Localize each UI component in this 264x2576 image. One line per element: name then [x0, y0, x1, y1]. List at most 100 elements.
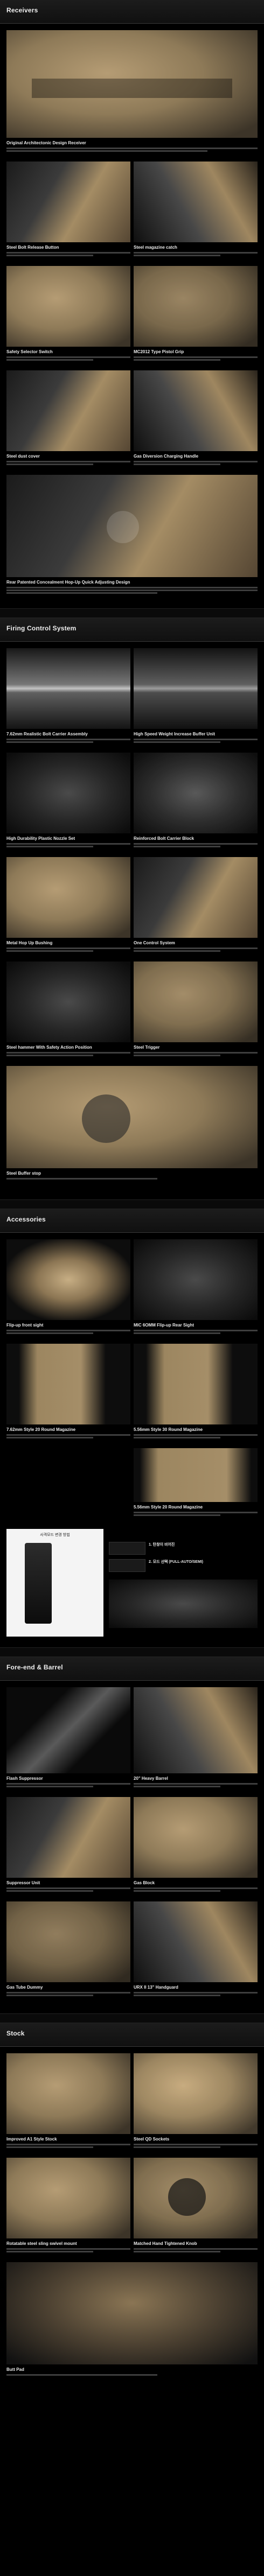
section-divider [0, 1647, 264, 1657]
feature-caption: 7.62mm Style 20 Round Magazine [6, 1427, 76, 1432]
feature-card: Steel QD Sockets [134, 2053, 258, 2154]
feature-card: Improved A1 Style Stock [6, 2053, 130, 2154]
feature-photo [6, 162, 130, 242]
feature-card: Reinforced Bolt Carrier Block [134, 753, 258, 854]
feature-photo [6, 266, 130, 347]
feature-description [134, 2247, 258, 2259]
feature-card: One Control System [134, 857, 258, 958]
feature-photo [6, 475, 258, 577]
feature-card: URX II 13" Handguard [134, 1901, 258, 2003]
section-title: Stock [6, 2030, 25, 2037]
feature-photo [134, 648, 258, 729]
feature-caption: 7.62mm Realistic Bolt Carrier Assembly [6, 732, 88, 736]
feature-photo [134, 1687, 258, 1773]
feature-caption: Gas Tube Dummy [6, 1985, 43, 1990]
feature-card: Safety Selector Switch [6, 266, 130, 367]
section-divider [0, 608, 264, 618]
feature-description [6, 1329, 130, 1340]
feature-card: Steel dust cover [6, 370, 130, 472]
foreend-section: Fore-end & Barrel Flash Suppressor 20" H… [0, 1657, 264, 2013]
feature-caption: MC2012 Type Pistol Grip [134, 349, 184, 354]
feature-caption: Reinforced Bolt Carrier Block [134, 836, 194, 841]
note-text: 2. 모드 선택 (FULL-AUTO/SEMI) [149, 1560, 204, 1564]
feature-description [6, 1433, 130, 1445]
feature-photo [6, 1066, 258, 1168]
feature-photo [134, 266, 258, 347]
feature-description [6, 2373, 258, 2385]
diagram-photo [109, 1580, 258, 1628]
feature-card: Rear Patented Concealment Hop-Up Quick A… [6, 475, 258, 598]
feature-caption: Steel Trigger [134, 1045, 160, 1050]
feature-card: 5.56mm Style 30 Round Magazine [134, 1344, 258, 1445]
feature-description [6, 1991, 130, 2003]
feature-description [134, 460, 258, 472]
feature-card: MIC 6OMM Flip-up Rear Sight [134, 1239, 258, 1340]
feature-caption: Matched Hand Tightened Knob [134, 2241, 197, 2246]
feature-photo [134, 370, 258, 451]
feature-caption: High Durability Plastic Nozzle Set [6, 836, 75, 841]
feature-description [6, 586, 258, 598]
feature-description [134, 1433, 258, 1445]
feature-photo [6, 1239, 130, 1320]
section-header: Receivers [0, 0, 264, 24]
note-text: 1. 탄창이 비어진 [149, 1543, 175, 1547]
feature-description [6, 842, 130, 854]
diagram-panel: 사격모드 변경 방법 [6, 1529, 103, 1637]
feature-card: Suppressor Unit [6, 1797, 130, 1898]
feature-description [134, 842, 258, 854]
feature-photo [6, 1901, 130, 1982]
feature-description [134, 1782, 258, 1794]
feature-card: 7.62mm Style 20 Round Magazine [6, 1344, 130, 1445]
feature-description [134, 1051, 258, 1063]
diagram-note: 2. 모드 선택 (FULL-AUTO/SEMI) [109, 1559, 258, 1572]
feature-caption: Original Architectonic Design Receiver [6, 141, 86, 145]
feature-caption: 20" Heavy Barrel [134, 1776, 168, 1781]
diagram-notes: 1. 탄창이 비어진 2. 모드 선택 (FULL-AUTO/SEMI) [109, 1529, 258, 1637]
feature-caption: Safety Selector Switch [6, 349, 53, 354]
feature-card: High Speed Weight Increase Buffer Unit [134, 648, 258, 749]
feature-caption: Metal Hop Up Bushing [6, 940, 53, 945]
feature-caption: Gas Diversion Charging Handle [134, 454, 199, 459]
feature-card: Flip-up front sight [6, 1239, 130, 1340]
feature-caption: Butt Pad [6, 2367, 24, 2372]
feature-description [6, 2143, 130, 2154]
feature-photo [6, 1797, 130, 1878]
section-header: Accessories [0, 1209, 264, 1233]
feature-caption: Steel hammer With Safety Action Position [6, 1045, 92, 1050]
feature-card: 20" Heavy Barrel [134, 1687, 258, 1794]
device-illustration [25, 1543, 52, 1624]
section-divider [0, 2013, 264, 2023]
section-title: Accessories [6, 1216, 46, 1223]
section-header: Stock [0, 2023, 264, 2047]
feature-card: Steel hammer With Safety Action Position [6, 961, 130, 1063]
feature-photo [6, 2053, 130, 2134]
feature-photo [134, 162, 258, 242]
feature-description [134, 2143, 258, 2154]
feature-card: Gas Block [134, 1797, 258, 1898]
feature-card: Gas Diversion Charging Handle [134, 370, 258, 472]
feature-photo [6, 1344, 130, 1424]
section-header: Fore-end & Barrel [0, 1657, 264, 1681]
feature-photo [6, 30, 258, 138]
feature-photo [6, 1687, 130, 1773]
feature-photo [134, 1448, 258, 1502]
feature-photo [6, 648, 130, 729]
feature-description [6, 460, 130, 472]
feature-caption: High Speed Weight Increase Buffer Unit [134, 732, 215, 736]
feature-description [134, 1511, 258, 1522]
feature-caption: Rotatable steel sling swivel mount [6, 2241, 77, 2246]
feature-card: 7.62mm Realistic Bolt Carrier Assembly [6, 648, 130, 749]
fire-mode-diagram: 사격모드 변경 방법 1. 탄창이 비어진 2. 모드 선택 (FULL-AUT… [0, 1522, 264, 1637]
feature-card: Metal Hop Up Bushing [6, 857, 130, 958]
feature-caption: Rear Patented Concealment Hop-Up Quick A… [6, 580, 130, 585]
diagram-note: 1. 탄창이 비어진 [109, 1542, 258, 1555]
feature-caption: Steel QD Sockets [134, 2137, 170, 2142]
feature-caption: Steel dust cover [6, 454, 40, 459]
feature-description [6, 146, 258, 158]
feature-description [134, 251, 258, 263]
feature-card [6, 1448, 130, 1522]
feature-caption: Gas Block [134, 1880, 155, 1885]
feature-description [6, 1051, 130, 1063]
feature-card: Gas Tube Dummy [6, 1901, 130, 2003]
feature-caption: Flip-up front sight [6, 1323, 44, 1328]
